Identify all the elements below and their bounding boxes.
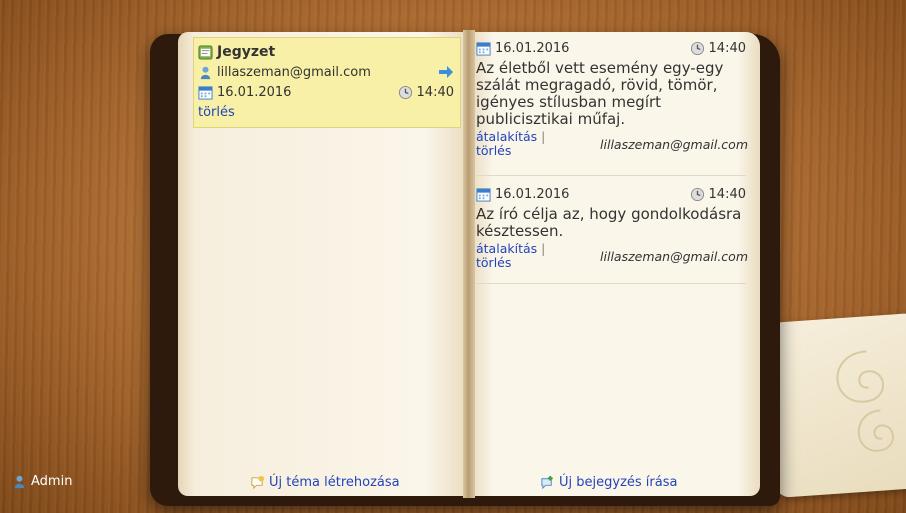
entry-edit-link[interactable]: átalakítás: [476, 241, 537, 256]
clock-icon: [690, 187, 704, 201]
book-spine: [463, 30, 475, 498]
admin-label: Admin: [31, 474, 73, 489]
new-topic-icon: [251, 475, 265, 490]
new-entry-button[interactable]: Új bejegyzés írása: [540, 475, 677, 490]
note-date: 16.01.2016: [217, 84, 292, 100]
swirl-ornament: [836, 350, 894, 452]
entry-divider: [476, 175, 746, 176]
note-card-selected[interactable]: Jegyzet lillaszeman@gmail.com 16.01.2016…: [193, 37, 461, 128]
decorative-paper-scrap: [764, 312, 906, 499]
entry-item: 16.01.2016 14:40 Az író célja az, hogy g…: [476, 184, 748, 270]
entry-divider: [476, 283, 746, 284]
clock-icon: [398, 85, 412, 99]
action-separator: |: [541, 241, 546, 256]
user-icon: [14, 475, 25, 489]
entry-item: 16.01.2016 14:40 Az életből vett esemény…: [476, 38, 748, 158]
note-title: Jegyzet: [217, 44, 276, 60]
new-topic-label: Új téma létrehozása: [269, 475, 400, 490]
user-icon: [200, 66, 211, 79]
entry-author: lillaszeman@gmail.com: [600, 248, 748, 264]
calendar-icon: [476, 187, 491, 202]
note-time: 14:40: [416, 84, 454, 100]
entry-edit-link[interactable]: átalakítás: [476, 129, 537, 144]
note-delete-link[interactable]: törlés: [198, 105, 235, 120]
entry-text: Az író célja az, hogy gondolkodásra kész…: [476, 205, 742, 240]
entry-delete-link[interactable]: törlés: [476, 255, 511, 270]
entry-time: 14:40: [708, 40, 746, 56]
entry-text: Az életből vett esemény egy-egy szálát m…: [476, 59, 724, 128]
entry-date: 16.01.2016: [495, 40, 570, 56]
entry-time: 14:40: [708, 186, 746, 202]
entry-date: 16.01.2016: [495, 186, 570, 202]
admin-user[interactable]: Admin: [12, 474, 72, 489]
note-icon: [198, 44, 213, 60]
calendar-icon: [198, 85, 213, 100]
new-topic-button[interactable]: Új téma létrehozása: [250, 475, 400, 490]
entry-author: lillaszeman@gmail.com: [600, 136, 748, 152]
action-separator: |: [541, 129, 546, 144]
new-entry-icon: [541, 475, 553, 490]
calendar-icon: [476, 41, 491, 56]
arrow-right-icon[interactable]: [438, 65, 454, 79]
clock-icon: [690, 41, 704, 55]
entry-delete-link[interactable]: törlés: [476, 143, 511, 158]
new-entry-label: Új bejegyzés írása: [559, 475, 678, 490]
note-email: lillaszeman@gmail.com: [217, 64, 371, 80]
